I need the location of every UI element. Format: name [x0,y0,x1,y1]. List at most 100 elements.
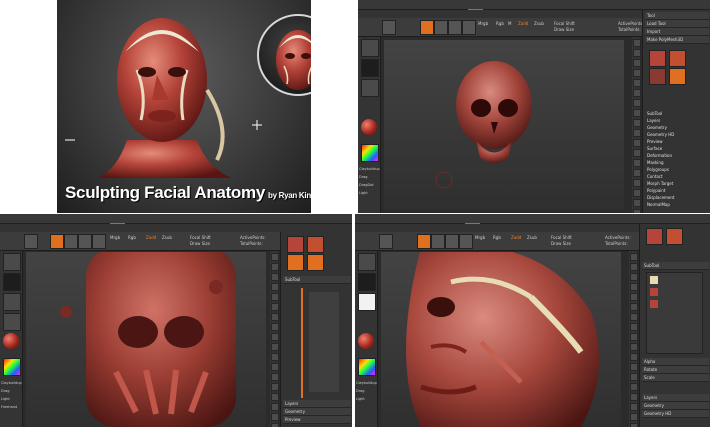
subtool-list[interactable] [309,292,339,392]
move-button[interactable] [64,234,78,249]
zsub-toggle[interactable]: Zsub [527,235,537,240]
tray-item-polypaint[interactable]: Polypaint [645,187,709,194]
tray-item-layers[interactable]: Layers [645,117,709,124]
tool-thumbnail-1[interactable] [287,236,304,253]
texture-selector[interactable] [3,313,21,331]
tray-item-geometry[interactable]: Geometry [283,408,351,416]
scale-button[interactable] [445,234,459,249]
tray-item-geometry[interactable]: Geometry [642,402,709,410]
edit-button[interactable] [24,234,38,249]
tool-thumbnail-1[interactable] [649,50,666,67]
tool-thumbnail-1[interactable] [646,228,663,245]
stroke-selector[interactable] [3,273,21,291]
tool-thumbnail-2[interactable] [307,236,324,253]
make-polymesh-button[interactable]: Make PolyMesh3D [645,36,709,44]
rgb-toggle[interactable]: Rgb [128,235,136,240]
tray-item-morph-target[interactable]: Morph Target [645,180,709,187]
tray-item-scale[interactable]: Scale [642,374,709,382]
stroke-selector[interactable] [358,273,376,291]
tray-item-layers[interactable]: Layers [283,400,351,408]
mrgb-toggle[interactable]: Mrgb [475,235,485,240]
subtool-thumbnail-1[interactable] [650,276,658,284]
move-button[interactable] [434,20,448,35]
edit-button[interactable] [379,234,393,249]
color-picker[interactable] [361,144,379,162]
subtool-thumbnail-3[interactable] [650,300,658,308]
rotate-button[interactable] [459,234,473,249]
tray-item-deformation[interactable]: Deformation [645,152,709,159]
left-label-3[interactable]: Light [356,397,365,401]
tray-item-masking[interactable]: Masking [645,159,709,166]
right-shelf[interactable] [270,251,279,427]
m-toggle[interactable]: M [508,21,511,26]
draw-size-slider[interactable]: Draw Size [554,27,574,32]
alpha-selector[interactable] [358,293,376,311]
tray-item-preview[interactable]: Preview [645,138,709,145]
left-label-1[interactable]: Claybuildup [356,381,377,385]
tool-thumbnail-4[interactable] [307,254,324,271]
tool-thumbnail-2[interactable] [669,50,686,67]
focal-shift-slider[interactable]: Focal Shift [190,235,211,240]
load-tool-button[interactable]: Load Tool [645,20,709,28]
draw-size-slider[interactable]: Draw Size [190,241,210,246]
left-label-1[interactable]: Claybuildup [359,167,380,171]
document-canvas[interactable] [381,244,621,427]
move-button[interactable] [431,234,445,249]
material-selector[interactable] [3,333,19,349]
tray-item-layers[interactable]: Layers [642,394,709,402]
subtool-thumbnail-2[interactable] [650,288,658,296]
tray-item-alpha[interactable]: Alpha [642,358,709,366]
material-selector[interactable] [358,333,374,349]
left-label-4[interactable]: Freehand [1,405,17,409]
tray-item-geometry-hd[interactable]: Geometry HD [645,131,709,138]
tray-item-rotate[interactable]: Rotate [642,366,709,374]
left-label-3[interactable]: Light [1,397,10,401]
subtool-list[interactable] [646,272,703,354]
scale-button[interactable] [78,234,92,249]
tray-item-surface[interactable]: Surface [645,145,709,152]
tray-item-subtool[interactable]: SubTool [283,276,351,284]
color-picker[interactable] [3,358,21,376]
alpha-selector[interactable] [3,293,21,311]
rotate-button[interactable] [92,234,106,249]
focal-shift-slider[interactable]: Focal Shift [551,235,572,240]
left-label-2[interactable]: Drag [356,389,365,393]
left-label-2[interactable]: Drag [1,389,10,393]
focal-shift-slider[interactable]: Focal Shift [554,21,575,26]
stroke-selector[interactable] [361,59,379,77]
tool-thumbnail-4[interactable] [669,68,686,85]
rotate-button[interactable] [462,20,476,35]
right-shelf[interactable] [632,37,641,213]
draw-button[interactable] [417,234,431,249]
zadd-toggle[interactable]: Zadd [511,235,521,240]
tool-thumbnail-3[interactable] [287,254,304,271]
tray-item-geometry[interactable]: Geometry [645,124,709,131]
tray-item-polygroups[interactable]: Polygroups [645,166,709,173]
edit-button[interactable] [382,20,396,35]
document-canvas[interactable] [26,247,266,427]
brush-selector[interactable] [361,39,379,57]
draw-button[interactable] [420,20,434,35]
tool-thumbnail-2[interactable] [666,228,683,245]
brush-selector[interactable] [358,253,376,271]
brush-selector[interactable] [3,253,21,271]
menu-bar[interactable]: ZBrush [Untitled] Free Mem 1.073+GB Menu… [0,214,352,232]
rgb-toggle[interactable]: Rgb [496,21,504,26]
import-button[interactable]: Import [645,28,709,36]
tray-item-displacement[interactable]: Displacement [645,194,709,201]
tool-thumbnail-3[interactable] [649,68,666,85]
left-label-2[interactable]: Drag [359,175,368,179]
left-label-3[interactable]: DragDot [359,183,374,187]
menu-bar[interactable]: ZBrush [Untitled] Free Mem 1.073+GB Menu… [355,214,710,232]
tray-item-subtool[interactable]: SubTool [645,110,709,117]
left-label-1[interactable]: Claybuildup [1,381,22,385]
tray-item-subtool[interactable]: SubTool [642,262,709,270]
tray-item-geometry-hd[interactable]: Geometry HD [642,410,709,418]
menu-bar[interactable]: ZBrush [Untitled] Free Mem 1.073+GB Menu… [358,0,710,18]
material-selector[interactable] [361,119,377,135]
left-label-4[interactable]: Light [359,191,368,195]
zadd-toggle[interactable]: Zadd [146,235,156,240]
tool-tray-title[interactable]: Tool [645,12,709,20]
zsub-toggle[interactable]: Zsub [534,21,544,26]
mrgb-toggle[interactable]: Mrgb [110,235,120,240]
